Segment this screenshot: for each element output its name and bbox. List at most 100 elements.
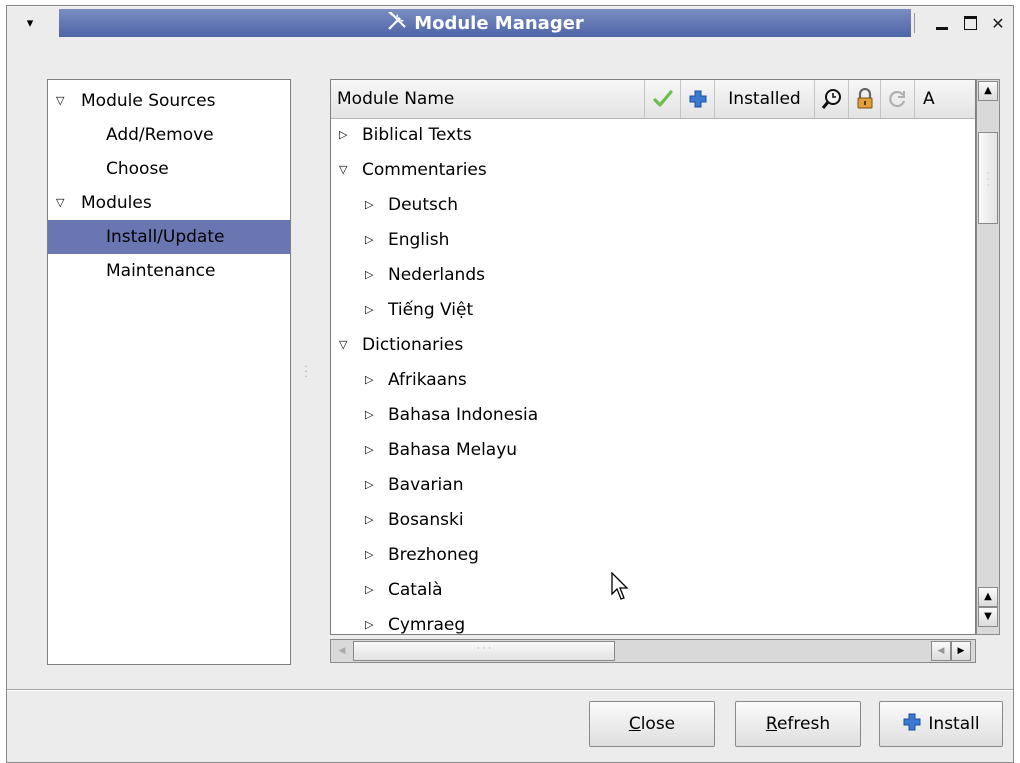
expander-collapsed-icon[interactable]: ▷: [365, 503, 373, 537]
column-header-locked[interactable]: [849, 80, 881, 118]
nav-item-maintenance[interactable]: Maintenance: [48, 254, 290, 288]
nav-label: Install/Update: [106, 227, 225, 247]
nav-label: Module Sources: [81, 91, 216, 111]
nav-item-install-update[interactable]: Install/Update: [48, 220, 290, 254]
tree-row-nederlands[interactable]: ▷ Nederlands: [331, 258, 975, 293]
tree-row-english[interactable]: ▷ English: [331, 223, 975, 258]
module-table-frame: Module Name Installed A ▷ Biblical Texts…: [330, 79, 1006, 663]
tree-row-dictionaries[interactable]: ▽ Dictionaries: [331, 328, 975, 363]
column-header-installed[interactable]: Installed: [715, 80, 815, 118]
nav-label: Choose: [106, 159, 169, 179]
nav-label: Add/Remove: [106, 125, 214, 145]
nav-item-module-sources[interactable]: ▽ Module Sources: [48, 84, 290, 118]
close-icon[interactable]: ✕: [989, 14, 1007, 33]
row-label: Català: [388, 580, 443, 600]
column-header-refresh[interactable]: [881, 80, 915, 118]
scroll-left-button[interactable]: ◀: [931, 641, 951, 661]
row-label: Commentaries: [362, 160, 487, 180]
tree-row-biblical-texts[interactable]: ▷ Biblical Texts: [331, 118, 975, 153]
expander-collapsed-icon[interactable]: ▷: [365, 433, 373, 467]
tree-row-bahasa-melayu[interactable]: ▷ Bahasa Melayu: [331, 433, 975, 468]
nav-item-choose[interactable]: Choose: [48, 152, 290, 186]
expander-collapsed-icon[interactable]: ▷: [365, 188, 373, 222]
tree-row-bahasa-indonesia[interactable]: ▷ Bahasa Indonesia: [331, 398, 975, 433]
table-header: Module Name Installed A: [331, 80, 975, 119]
horizontal-scroll-thumb[interactable]: · · ·: [353, 641, 615, 661]
vertical-scrollbar[interactable]: ▲ · · · ▲ ▼: [976, 79, 1000, 635]
row-label: Bahasa Melayu: [388, 440, 518, 460]
title-bar: ▾ Module Manager ✕: [7, 6, 1013, 42]
row-label: Bavarian: [388, 475, 464, 495]
nav-item-modules[interactable]: ▽ Modules: [48, 186, 290, 220]
window-menu-button[interactable]: ▾: [13, 14, 47, 34]
expander-collapsed-icon[interactable]: ▷: [365, 363, 373, 397]
controls-separator: [914, 13, 915, 33]
expander-expanded-icon[interactable]: ▽: [339, 153, 347, 187]
expander-expanded-icon[interactable]: ▽: [56, 84, 64, 118]
grip-icon: · · ·: [987, 169, 990, 190]
row-label: Deutsch: [388, 195, 458, 215]
expander-collapsed-icon[interactable]: ▷: [365, 293, 373, 327]
horizontal-scrollbar[interactable]: ◀ · · · ◀ ▶: [330, 639, 976, 663]
title-strip[interactable]: Module Manager: [59, 9, 911, 37]
expander-collapsed-icon[interactable]: ▷: [365, 223, 373, 257]
plus-icon: [902, 712, 922, 737]
expander-collapsed-icon[interactable]: ▷: [365, 258, 373, 292]
expander-collapsed-icon[interactable]: ▷: [365, 608, 373, 634]
minimize-icon[interactable]: [933, 14, 951, 32]
pane-resize-handle[interactable]: · · ·: [304, 363, 308, 391]
row-label: Bosanski: [388, 510, 464, 530]
tools-icon: [386, 10, 408, 37]
row-label: Tiếng Việt: [388, 300, 474, 320]
scroll-left-disabled-icon: ◀: [338, 646, 346, 656]
tree-row-cymraeg[interactable]: ▷ Cymraeg: [331, 608, 975, 635]
install-button[interactable]: Install: [879, 701, 1003, 747]
column-header-add[interactable]: [681, 80, 715, 118]
nav-label: Maintenance: [106, 261, 216, 281]
column-header-check[interactable]: [645, 80, 681, 118]
expander-collapsed-icon[interactable]: ▷: [339, 118, 347, 152]
row-label: Dictionaries: [362, 335, 464, 355]
tree-row-brezhoneg[interactable]: ▷ Brezhoneg: [331, 538, 975, 573]
vertical-scroll-thumb[interactable]: · · ·: [978, 132, 998, 224]
checkmark-icon: [652, 80, 673, 118]
close-button-label: Close: [628, 714, 676, 734]
window-title: Module Manager: [414, 12, 584, 34]
refresh-button[interactable]: Refresh: [735, 701, 861, 747]
module-manager-window: ▾ Module Manager ✕ ▽ Module Sources Add/…: [6, 5, 1014, 763]
expander-collapsed-icon[interactable]: ▷: [365, 468, 373, 502]
expander-collapsed-icon[interactable]: ▷: [365, 538, 373, 572]
tree-row-deutsch[interactable]: ▷ Deutsch: [331, 188, 975, 223]
row-label: Brezhoneg: [388, 545, 479, 565]
plus-icon: [688, 80, 708, 118]
tree-row-tieng-viet[interactable]: ▷ Tiếng Việt: [331, 293, 975, 328]
mouse-pointer-icon: [611, 571, 631, 607]
tree-row-bosanski[interactable]: ▷ Bosanski: [331, 503, 975, 538]
expander-expanded-icon[interactable]: ▽: [339, 328, 347, 362]
expander-collapsed-icon[interactable]: ▷: [365, 398, 373, 432]
close-button[interactable]: Close: [589, 701, 715, 747]
row-label: Bahasa Indonesia: [388, 405, 539, 425]
tree-row-catala[interactable]: ▷ Català: [331, 573, 975, 608]
expander-collapsed-icon[interactable]: ▷: [365, 573, 373, 607]
column-header-search[interactable]: [815, 80, 849, 118]
scroll-down-button[interactable]: ▼: [978, 607, 998, 627]
scroll-up-button[interactable]: ▲: [978, 81, 998, 101]
row-label: Biblical Texts: [362, 125, 472, 145]
refresh-button-label: Refresh: [765, 714, 831, 734]
row-label: Cymraeg: [388, 615, 466, 635]
column-header-cut-off[interactable]: A: [915, 80, 975, 118]
module-table: Module Name Installed A ▷ Biblical Texts…: [330, 79, 976, 635]
lock-icon: [855, 80, 875, 118]
scroll-up-button-lower[interactable]: ▲: [978, 587, 998, 607]
expander-expanded-icon[interactable]: ▽: [56, 186, 64, 220]
scroll-right-button[interactable]: ▶: [951, 641, 971, 661]
tree-row-commentaries[interactable]: ▽ Commentaries: [331, 153, 975, 188]
nav-item-add-remove[interactable]: Add/Remove: [48, 118, 290, 152]
maximize-icon[interactable]: [961, 14, 979, 32]
tree-row-afrikaans[interactable]: ▷ Afrikaans: [331, 363, 975, 398]
row-label: Nederlands: [388, 265, 485, 285]
tree-row-bavarian[interactable]: ▷ Bavarian: [331, 468, 975, 503]
window-controls: ✕: [913, 9, 1013, 37]
column-header-module-name[interactable]: Module Name: [331, 80, 645, 118]
